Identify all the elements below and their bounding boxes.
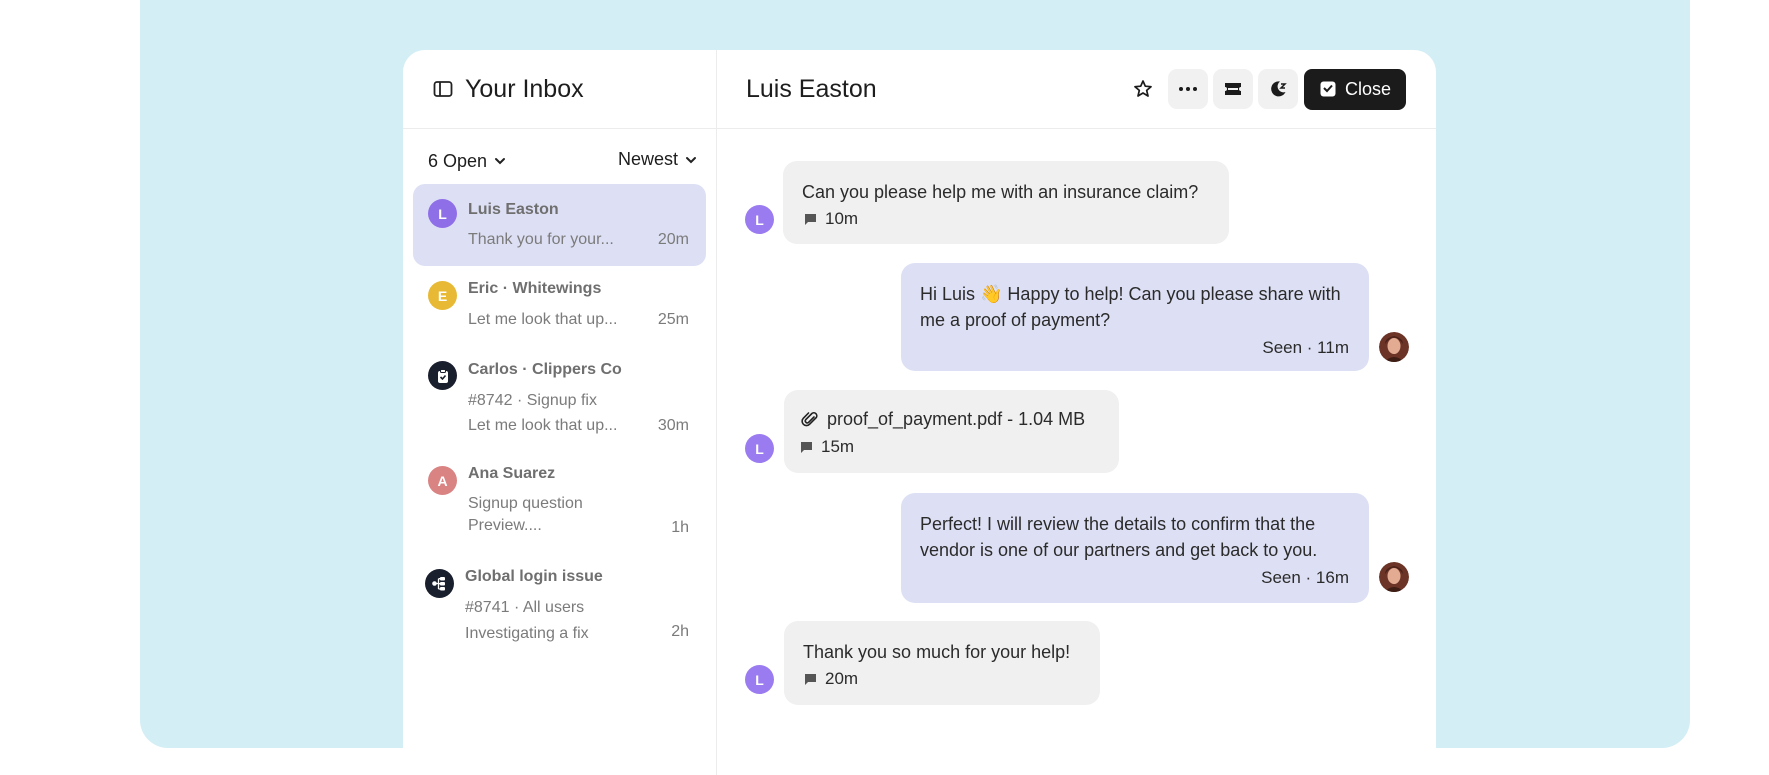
close-conversation-button[interactable]: Close [1303, 68, 1406, 110]
inbox-sidebar: Your Inbox 6 Open Newest L Luis Easton T… [403, 50, 717, 775]
conversation-name: Eric · Whitewings [468, 280, 602, 297]
conversation-ticket: #8742 · Signup fix [468, 392, 597, 409]
conversation-time: 20m [657, 231, 689, 248]
message-time: 20m [825, 669, 859, 688]
message-meta: Seen · 11m [1262, 338, 1349, 357]
sort-dropdown[interactable]: Newest [618, 149, 698, 170]
avatar: L [428, 199, 457, 228]
customer-avatar: L [745, 434, 774, 463]
status-filter-label: 6 Open [428, 150, 488, 171]
chat-icon [801, 441, 812, 453]
conversation-item[interactable]: A Ana Suarez Signup question Preview....… [413, 451, 706, 556]
close-button-label: Close [1344, 78, 1391, 99]
inbox-filters: 6 Open Newest [428, 146, 698, 176]
inbox-check-icon [1320, 81, 1336, 97]
inbox-title: Your Inbox [465, 74, 584, 103]
conversation-preview: Let me look that up... [468, 311, 618, 328]
conversation-time: 25m [657, 311, 689, 328]
message-bubble-incoming: Can you please help me with an insurance… [783, 161, 1229, 244]
conversation-item[interactable]: E Eric · Whitewings Let me look that up.… [413, 266, 706, 346]
conversation-preview: Let me look that up... [468, 417, 618, 434]
ticket-button[interactable] [1212, 69, 1253, 109]
message-text: vendor is one of our partners and get ba… [920, 540, 1318, 560]
conversation-item[interactable]: Carlos · Clippers Co #8742 · Signup fix … [413, 346, 706, 451]
chat-icon [805, 213, 816, 225]
avatar: A [428, 466, 457, 495]
message-bubble-incoming: Thank you so much for your help! [784, 621, 1100, 705]
ticket-icon [1224, 83, 1241, 95]
more-options-button[interactable] [1167, 69, 1208, 109]
conversation-name: Global login issue [465, 568, 603, 585]
conversation-list: L Luis Easton Thank you for your... 20m … [413, 184, 706, 646]
conversation-preview: Signup question [468, 495, 583, 512]
conversation-time: 1h [671, 519, 689, 536]
conversation-item[interactable]: Global login issue #8741 · All users Inv… [413, 556, 706, 646]
paperclip-icon [801, 412, 818, 427]
customer-avatar: L [745, 665, 774, 694]
conversation-name: Ana Suarez [468, 465, 556, 482]
agent-avatar [1379, 562, 1409, 592]
message-text: Thank you so much for your help! [803, 642, 1071, 662]
conversation-preview: Preview.... [468, 517, 542, 534]
avatar: E [428, 281, 457, 310]
star-icon [1134, 80, 1152, 97]
message-meta: Seen · 16m [1261, 568, 1349, 587]
sort-label: Newest [617, 149, 678, 169]
message-meta: 15m [800, 437, 854, 457]
agent-avatar [1379, 332, 1409, 362]
inbox-header: Your Inbox [403, 50, 716, 129]
clipboard-icon [428, 361, 457, 390]
more-horizontal-icon [1178, 87, 1197, 91]
conversation-ticket: #8741 · All users [465, 599, 585, 616]
conversation-title: Luis Easton [746, 74, 877, 103]
conversation-name: Luis Easton [468, 201, 559, 218]
customer-avatar: L [745, 205, 774, 234]
conversation-time: 2h [671, 623, 689, 640]
star-button[interactable] [1123, 69, 1163, 109]
status-filter-dropdown[interactable]: 6 Open [428, 151, 507, 172]
chevron-down-icon [686, 156, 696, 163]
attachment-bubble[interactable]: proof_of_payment.pdf - 1.04 MB [784, 390, 1119, 473]
message-text: Hi Luis 👋 Happy to help! Can you please … [920, 284, 1341, 304]
conversation-preview: Thank you for your... [468, 231, 614, 248]
moon-icon [1271, 81, 1287, 97]
attachment-name: proof_of_payment.pdf - 1.04 MB [827, 409, 1086, 429]
conversation-preview: Investigating a fix [465, 625, 589, 642]
message-text: Can you please help me with an insurance… [802, 182, 1199, 202]
message-meta: 20m [804, 669, 858, 689]
message-meta: 10m [804, 209, 858, 229]
inbox-app-window: Your Inbox 6 Open Newest L Luis Easton T… [403, 50, 1436, 775]
message-time: 10m [825, 209, 859, 228]
conversation-item[interactable]: L Luis Easton Thank you for your... 20m [413, 184, 706, 266]
chat-icon [805, 673, 816, 685]
sidebar-toggle-icon[interactable] [433, 79, 453, 99]
conversation-time: 30m [657, 417, 689, 434]
conversation-pane: Luis Easton Close Can you please help me… [717, 50, 1436, 775]
snooze-button[interactable] [1257, 69, 1298, 109]
message-time: 15m [821, 437, 855, 456]
conversation-header: Luis Easton Close [717, 50, 1436, 129]
network-icon [425, 569, 454, 598]
conversation-name: Carlos · Clippers Co [468, 361, 622, 378]
message-text: me a proof of payment? [920, 310, 1111, 330]
message-text: Perfect! I will review the details to co… [920, 514, 1316, 534]
chevron-down-icon [495, 158, 506, 165]
